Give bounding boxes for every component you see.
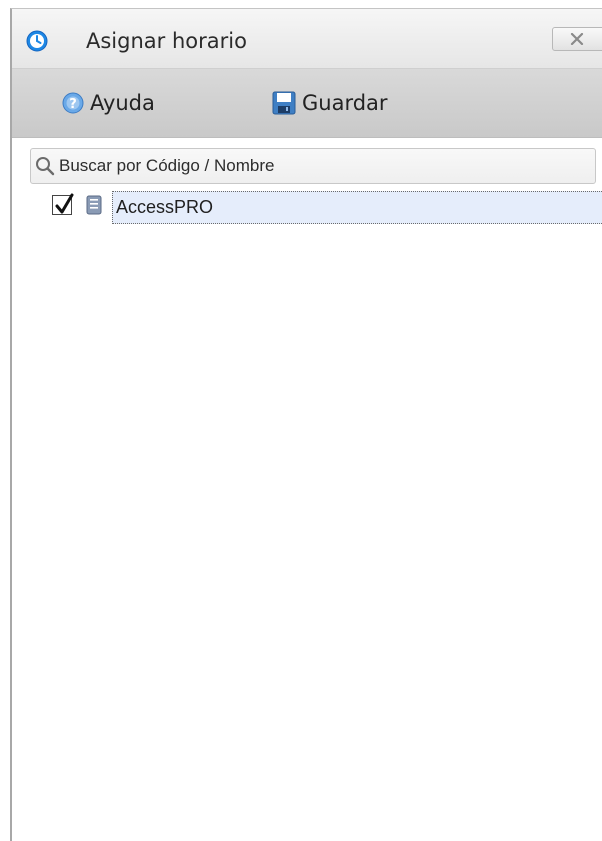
title-bar: Asignar horario: [12, 9, 602, 69]
help-icon: ?: [62, 92, 84, 114]
floppy-disk-icon: [272, 91, 296, 115]
clock-icon: [26, 30, 48, 52]
save-button-label: Guardar: [302, 91, 388, 115]
tree-node[interactable]: AccessPRO: [12, 191, 602, 225]
assign-schedule-window: Asignar horario ? Ayuda Guardar Buscar p…: [10, 8, 602, 841]
database-icon: [84, 194, 104, 220]
window-title: Asignar horario: [86, 29, 247, 53]
node-checkbox[interactable]: [52, 193, 74, 215]
search-input[interactable]: [59, 154, 589, 178]
search-icon: [36, 157, 55, 176]
toolbar: ? Ayuda Guardar: [12, 69, 602, 138]
svg-text:?: ?: [69, 97, 77, 112]
help-button[interactable]: ? Ayuda: [62, 89, 155, 117]
search-box: [30, 148, 596, 184]
save-button[interactable]: Guardar: [272, 89, 388, 117]
close-icon: [570, 33, 584, 45]
check-icon: [55, 193, 74, 214]
help-button-label: Ayuda: [90, 91, 155, 115]
close-button[interactable]: [552, 27, 602, 51]
tree-node-label[interactable]: AccessPRO: [112, 191, 602, 224]
